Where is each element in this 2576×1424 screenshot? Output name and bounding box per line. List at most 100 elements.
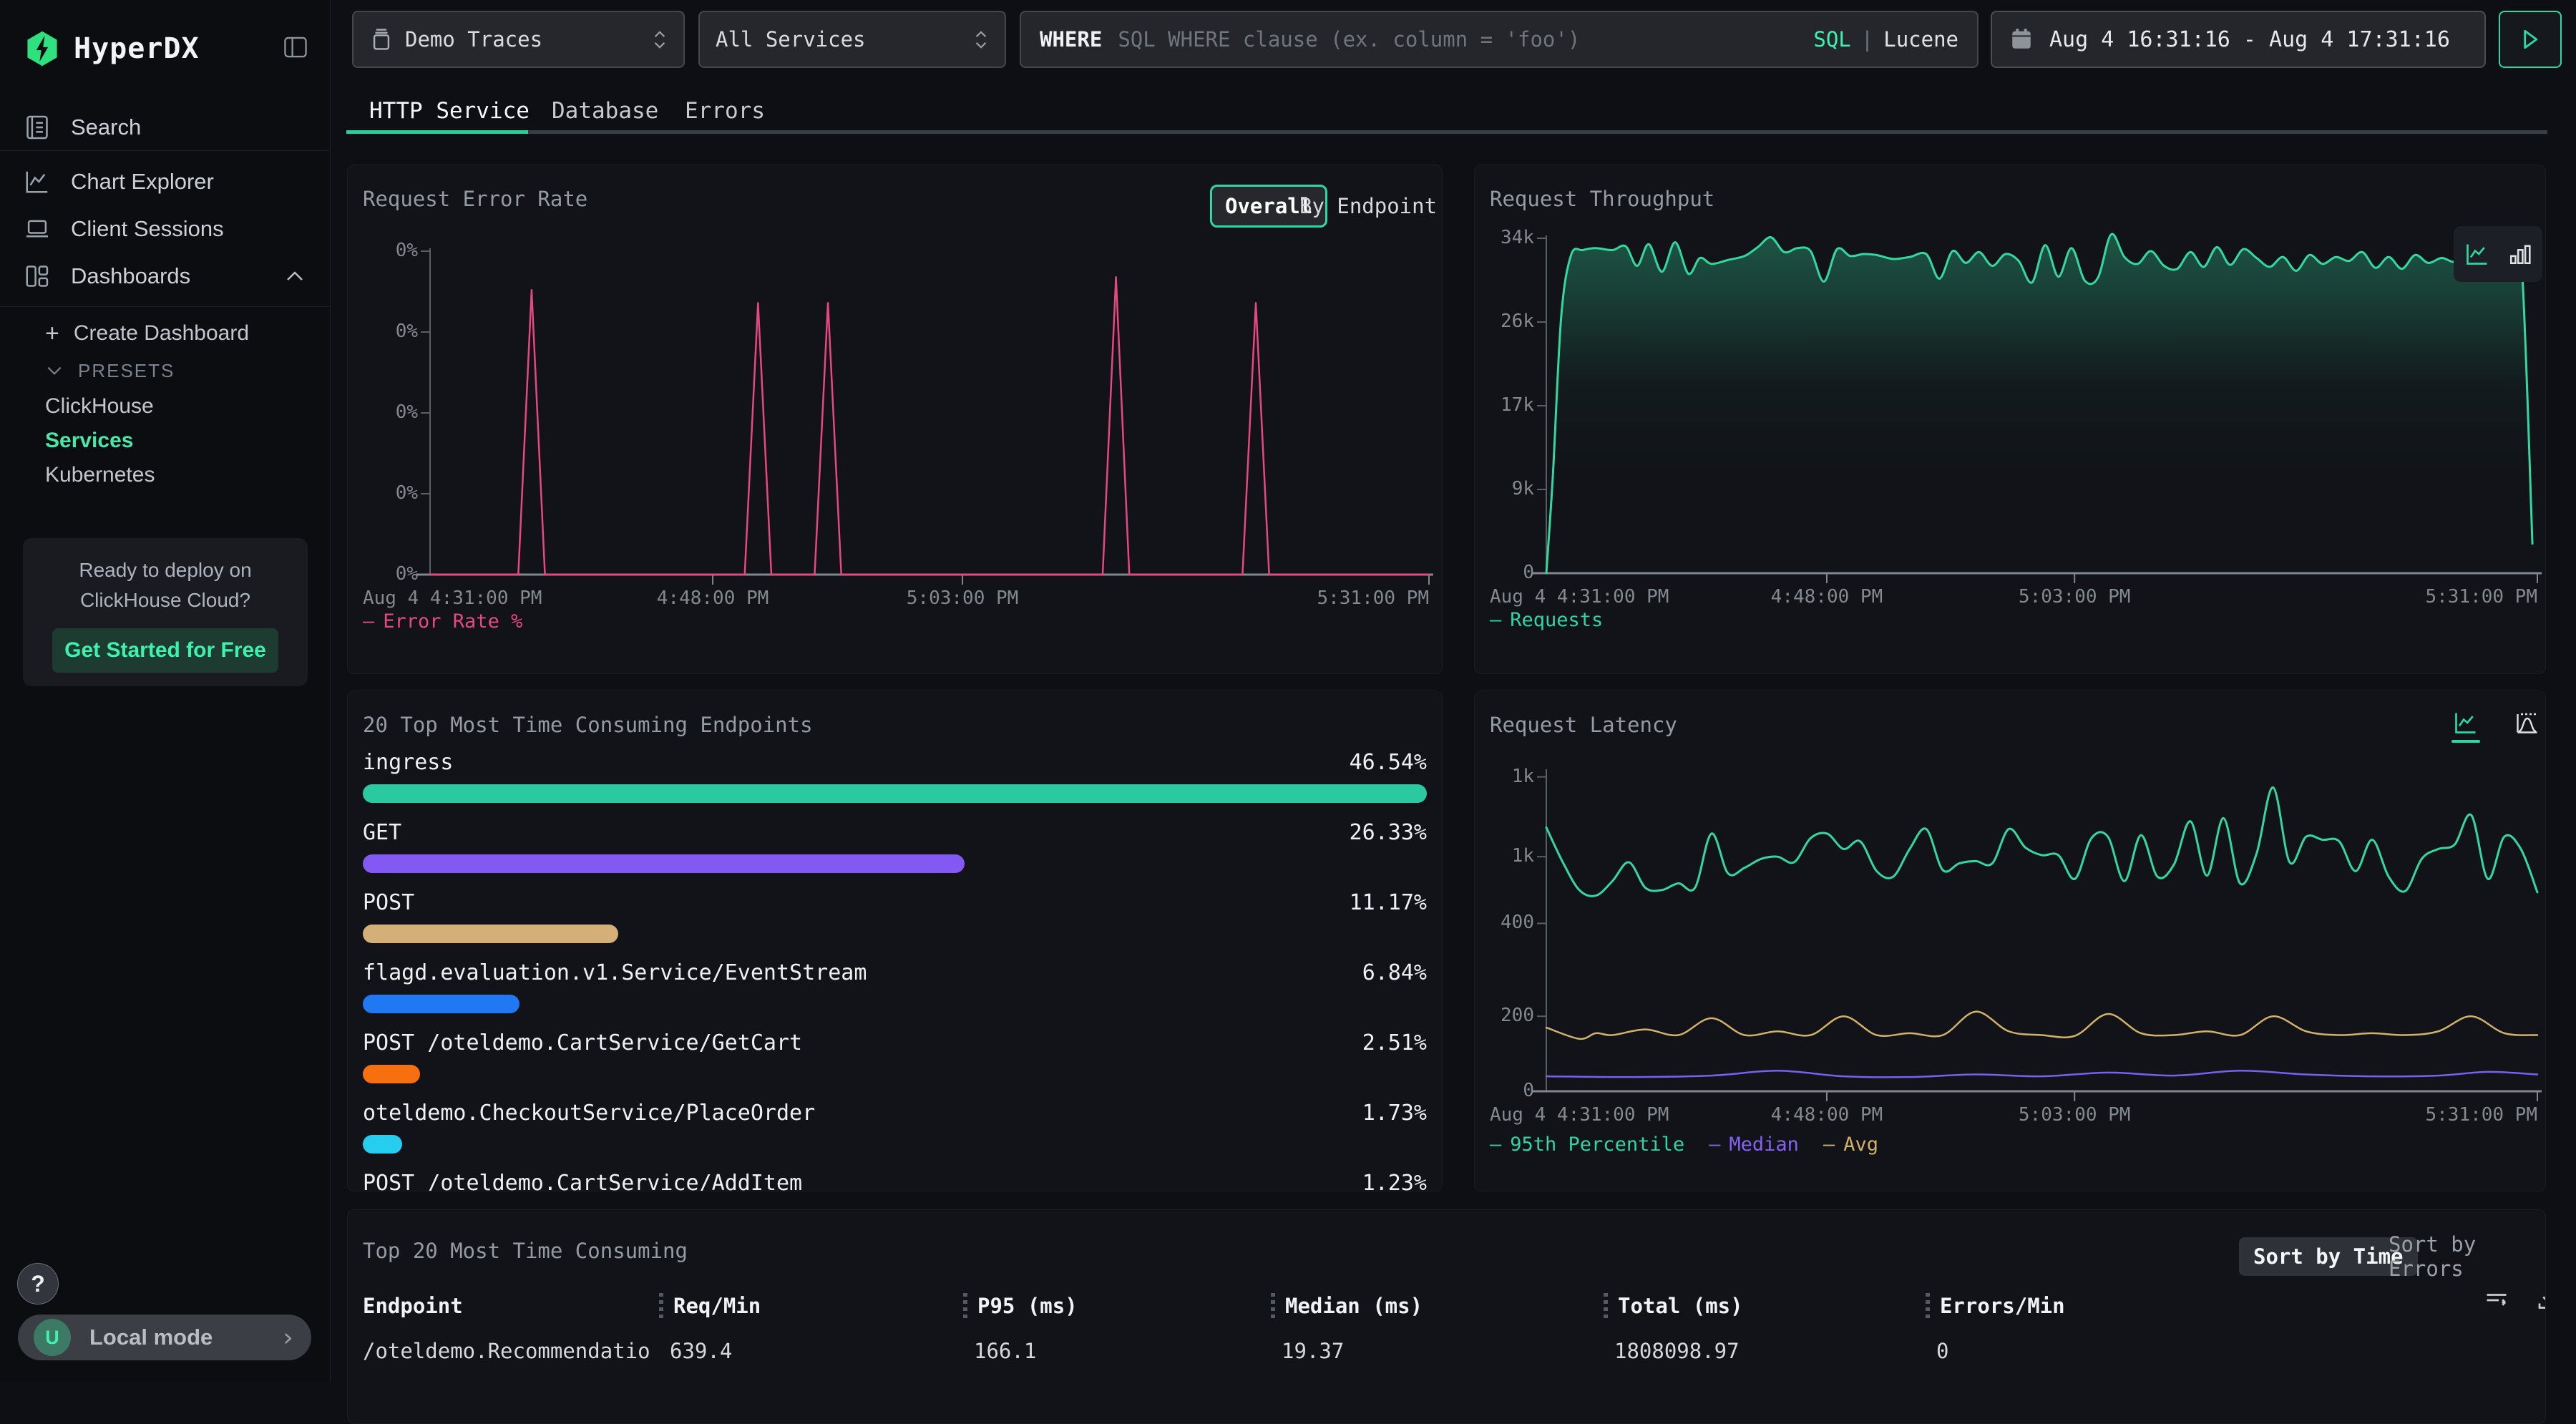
play-icon	[2519, 28, 2541, 51]
create-dashboard-button[interactable]: + Create Dashboard	[45, 313, 316, 353]
search-input[interactable]	[1118, 27, 1813, 52]
sidebar-item-search[interactable]: Search	[24, 104, 316, 150]
endpoint-name: GET	[363, 820, 401, 846]
endpoint-row[interactable]: POST11.17%	[363, 890, 1427, 943]
y-axis-tick-label: 0%	[349, 321, 418, 342]
y-axis-tick-label: 26k	[1474, 311, 1534, 332]
x-axis-tick-label: 4:48:00 PM	[1712, 586, 1941, 608]
drag-handle-icon[interactable]	[1271, 1293, 1275, 1319]
x-axis-tick-label: 5:03:00 PM	[1960, 586, 2189, 608]
legend-item[interactable]: —Median	[1709, 1133, 1799, 1156]
chart-type-toolbar	[2454, 226, 2542, 282]
app-logo[interactable]: HyperDX	[24, 27, 308, 70]
sql-mode-button[interactable]: SQL	[1813, 27, 1850, 52]
run-query-button[interactable]	[2499, 11, 2562, 68]
drag-handle-icon[interactable]	[1604, 1293, 1608, 1319]
table-header-cell[interactable]: P95 (ms)	[963, 1290, 1078, 1322]
chevron-down-icon	[45, 364, 64, 377]
legend-swatch: —	[363, 610, 374, 633]
legend-label: Avg	[1843, 1133, 1878, 1156]
sidebar-collapse-icon[interactable]	[283, 36, 308, 62]
endpoint-bar	[363, 995, 519, 1013]
service-select[interactable]: All Services	[698, 11, 1006, 68]
throughput-chart[interactable]: 34k26k17k9k0Aug 4 4:31:00 PM4:48:00 PM5:…	[1475, 165, 2545, 673]
x-axis-tick-label: Aug 4 4:31:00 PM	[1490, 1104, 1669, 1126]
x-axis-tick-label: 5:31:00 PM	[2301, 586, 2537, 608]
legend-item[interactable]: —Requests	[1490, 609, 1603, 631]
chart-legend: —95th Percentile —Median —Avg	[1490, 1133, 1878, 1156]
endpoint-row[interactable]: oteldemo.CheckoutService/PlaceOrder1.73%	[363, 1101, 1427, 1154]
help-button[interactable]: ?	[17, 1263, 59, 1304]
panel-request-latency: Request Latency 1k1k4002000Aug 4 4:31:00…	[1474, 691, 2546, 1191]
journal-search-icon	[24, 114, 51, 141]
endpoint-row[interactable]: POST /oteldemo.CartService/AddItem1.23%	[363, 1171, 1427, 1191]
tab-http-service[interactable]: HTTP Service	[369, 98, 530, 124]
table-cell[interactable]: /oteldemo.RecommendationServ	[363, 1333, 649, 1369]
legend-item[interactable]: —Error Rate %	[363, 610, 522, 633]
table-header-cell[interactable]: Median (ms)	[1271, 1290, 1423, 1322]
endpoint-row[interactable]: POST /oteldemo.CartService/GetCart2.51%	[363, 1030, 1427, 1083]
get-started-button[interactable]: Get Started for Free	[52, 628, 278, 673]
lucene-mode-button[interactable]: Lucene	[1883, 27, 1958, 52]
endpoint-name: POST	[363, 890, 414, 916]
error-rate-chart[interactable]: 0%0%0%0%0%Aug 4 4:31:00 PM4:48:00 PM5:03…	[348, 165, 1442, 673]
drag-handle-icon[interactable]	[963, 1293, 967, 1319]
legend-item[interactable]: —95th Percentile	[1490, 1133, 1684, 1156]
x-axis-tick-label: 5:31:00 PM	[1193, 587, 1429, 609]
time-range-picker[interactable]: Aug 4 16:31:16 - Aug 4 17:31:16	[1991, 11, 2486, 68]
y-axis-tick-label: 0%	[349, 240, 418, 261]
bar-chart-type-button[interactable]	[2508, 241, 2532, 267]
endpoint-row[interactable]: flagd.evaluation.v1.Service/EventStream 6…	[363, 960, 1427, 1013]
chevron-up-icon[interactable]	[284, 263, 306, 289]
x-axis-tick-label: Aug 4 4:31:00 PM	[1490, 586, 1669, 608]
drag-handle-icon[interactable]	[1926, 1293, 1930, 1319]
sort-by-errors-button[interactable]: Sort by Errors	[2389, 1237, 2545, 1276]
calendar-icon	[2009, 27, 2034, 52]
line-chart-type-button[interactable]	[2451, 710, 2480, 743]
endpoint-name: flagd.evaluation.v1.Service/EventStream	[363, 960, 867, 986]
endpoint-name: POST /oteldemo.CartService/AddItem	[363, 1171, 802, 1191]
endpoint-percent: 6.84%	[1362, 960, 1427, 986]
wrap-lines-icon[interactable]	[2484, 1287, 2509, 1316]
table-cell[interactable]: 1808098.97	[1614, 1333, 1740, 1369]
presets-section-toggle[interactable]: PRESETS	[45, 351, 316, 391]
line-chart-type-button[interactable]	[2464, 241, 2491, 267]
table-header-cell[interactable]: Req/Min	[659, 1290, 761, 1322]
latency-chart[interactable]: 1k1k4002000Aug 4 4:31:00 PM4:48:00 PM5:0…	[1475, 691, 2545, 1191]
table-cell[interactable]: 19.37	[1282, 1333, 1344, 1369]
active-tab-indicator	[346, 130, 528, 134]
download-icon[interactable]	[2535, 1287, 2546, 1316]
endpoint-name: oteldemo.CheckoutService/PlaceOrder	[363, 1101, 815, 1126]
endpoint-percent: 2.51%	[1362, 1030, 1427, 1056]
sidebar-item-dashboards[interactable]: Dashboards	[24, 253, 316, 299]
table-header-cell[interactable]: Errors/Min	[1926, 1290, 2065, 1322]
user-menu[interactable]: U Local mode ›	[18, 1315, 311, 1360]
select-chevrons-icon	[956, 29, 989, 50]
y-axis-tick-label: 34k	[1474, 227, 1534, 248]
sidebar-item-client-sessions[interactable]: Client Sessions	[24, 206, 316, 252]
chart-legend: —Error Rate %	[363, 610, 522, 633]
sidebar-item-chart-explorer[interactable]: Chart Explorer	[24, 159, 316, 205]
table-header-cell[interactable]: Total (ms)	[1604, 1290, 1743, 1322]
histogram-chart-type-button[interactable]	[2514, 710, 2540, 743]
tab-database[interactable]: Database	[552, 98, 658, 124]
legend-item[interactable]: —Avg	[1823, 1133, 1878, 1156]
sidebar-item-kubernetes[interactable]: Kubernetes	[45, 455, 316, 495]
y-axis-tick-label: 0	[1474, 562, 1534, 583]
panel-title: 20 Top Most Time Consuming Endpoints	[363, 713, 813, 737]
table-cell[interactable]: 166.1	[974, 1333, 1036, 1369]
user-mode-label: Local mode	[89, 1325, 213, 1350]
table-cell[interactable]: 639.4	[670, 1333, 732, 1369]
y-axis-tick-label: 9k	[1474, 478, 1534, 499]
table-header-cell[interactable]: Endpoint	[363, 1290, 463, 1322]
endpoint-row[interactable]: GET26.33%	[363, 820, 1427, 873]
drag-handle-icon[interactable]	[659, 1293, 663, 1319]
service-select-value: All Services	[716, 27, 866, 52]
source-select[interactable]: Demo Traces	[352, 11, 685, 68]
table-cell[interactable]: 0	[1936, 1333, 1948, 1369]
source-select-value: Demo Traces	[405, 27, 542, 52]
endpoint-row[interactable]: ingress46.54%	[363, 750, 1427, 803]
tab-errors[interactable]: Errors	[685, 98, 765, 124]
hyperdx-logo-icon	[24, 30, 61, 67]
mode-separator: |	[1861, 27, 1873, 52]
